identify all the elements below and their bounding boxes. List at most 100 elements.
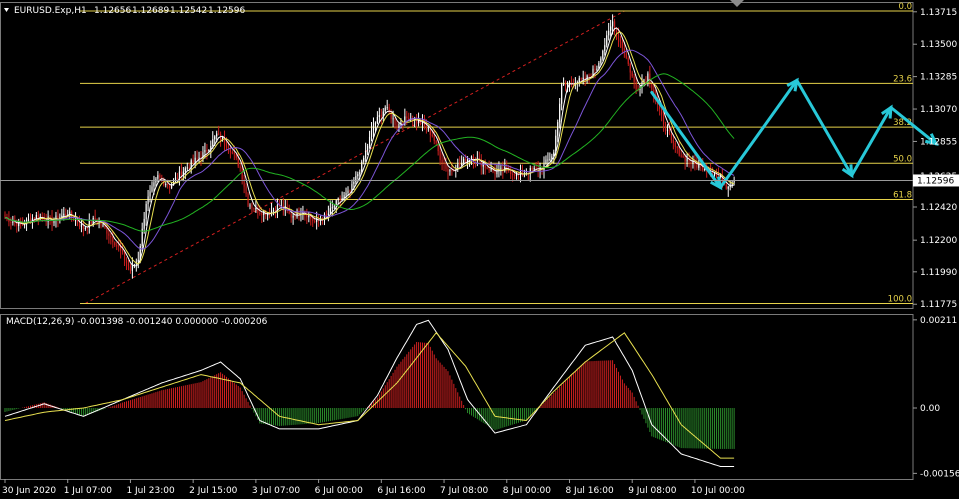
candle-bull [549,158,551,160]
time-tick-label: 3 Jul 07:00 [252,486,301,496]
candle-bull [63,213,65,216]
candle-bull [27,219,30,221]
candle-bear [484,164,486,168]
candle-bull [368,136,371,146]
candle-bear [649,73,651,84]
candle-bear [621,41,623,49]
candle-bull [545,159,547,164]
candle-bear [594,68,596,71]
candle-bear [447,169,449,172]
candle-bear [684,156,686,162]
candle-bull [198,157,200,159]
candle-bear [237,157,239,167]
candle-bull [398,123,400,128]
candle-bear [10,222,12,224]
candle-bull [184,168,186,172]
candle-bear [122,250,124,253]
price-tick-label: 1.13500 [920,40,957,50]
candle-bear [506,166,508,168]
candle-bull [602,50,604,59]
candle-bear [619,38,622,42]
candle-bear [380,115,382,117]
candle-bull [147,196,149,205]
candle-bear [445,164,447,170]
candle-bull [612,21,614,27]
price-tick-label: 1.13715 [920,8,957,18]
candle-bear [431,134,433,136]
candle-bear [580,78,582,80]
candle-bear [651,83,653,90]
fib-level-label: 50.0 [893,154,912,164]
candle-bear [227,146,230,149]
candle-bull [370,130,373,137]
candle-bull [367,145,369,151]
ohlc-open: 1.12656 [94,6,131,16]
candle-bear [661,108,663,115]
candle-bear [349,190,351,192]
time-tick-label: 2 Jul 15:00 [189,486,238,496]
candle-bull [272,209,275,211]
time-tick-label: 6 Jul 00:00 [315,486,364,496]
candle-bull [557,122,559,136]
time-tick-label: 1 Jul 23:00 [126,486,175,496]
candle-bear [631,72,633,77]
candle-bull [347,190,349,193]
candle-bull [345,192,347,196]
ohlc-close: 1.12596 [208,6,245,16]
price-tick-label: 1.11775 [920,300,957,310]
candle-bear [114,242,116,246]
candle-bull [566,83,569,85]
candle-bear [106,228,108,234]
candle-bear [443,162,445,165]
candle-bull [666,129,669,131]
candle-bull [500,167,502,169]
candle-bear [129,266,132,271]
candle-bull [353,181,355,185]
candle-bull [698,164,700,168]
candle-bull [596,68,598,71]
candle-bear [676,146,678,148]
candle-bear [116,245,118,247]
candle-bear [118,245,120,247]
candle-bear [531,167,533,170]
candle-bull [600,58,602,63]
candle-bear [253,208,255,210]
candle-bull [386,107,388,109]
candle-bull [102,225,104,227]
time-tick-label: 30 Jun 2020 [2,486,56,496]
candle-bear [394,118,396,125]
candle-bear [259,212,261,214]
candle-bear [241,167,243,180]
candle-bear [670,133,672,140]
price-tick-label: 1.13070 [920,105,957,115]
ohlc-high: 1.12689 [132,6,169,16]
background [0,0,959,499]
candle-bull [308,215,310,218]
candle-bear [564,84,567,86]
candle-bear [206,150,208,152]
candle-bear [231,152,233,154]
chart-title: EURUSD.Exp,H1 [14,6,87,16]
candle-bear [123,252,126,261]
candle-bull [608,30,610,36]
candle-bear [239,166,241,168]
candle-bull [713,173,716,175]
candle-bull [361,161,363,173]
candle-bull [355,176,357,182]
candle-bear [192,160,194,163]
candle-bear [627,57,629,64]
candle-bear [633,76,635,83]
candle-bear [94,217,96,220]
candle-bull [131,265,133,271]
macd-tick-label: 0.00 [920,404,940,414]
candle-bear [459,164,461,166]
price-tick-label: 1.12420 [920,203,957,213]
candle-bear [662,114,665,125]
candle-bear [451,169,453,171]
candle-bull [449,169,451,172]
candle-bull [214,136,216,140]
candle-bear [406,116,408,118]
candle-bear [664,124,667,131]
candle-bear [78,223,81,227]
candle-bear [696,164,698,168]
